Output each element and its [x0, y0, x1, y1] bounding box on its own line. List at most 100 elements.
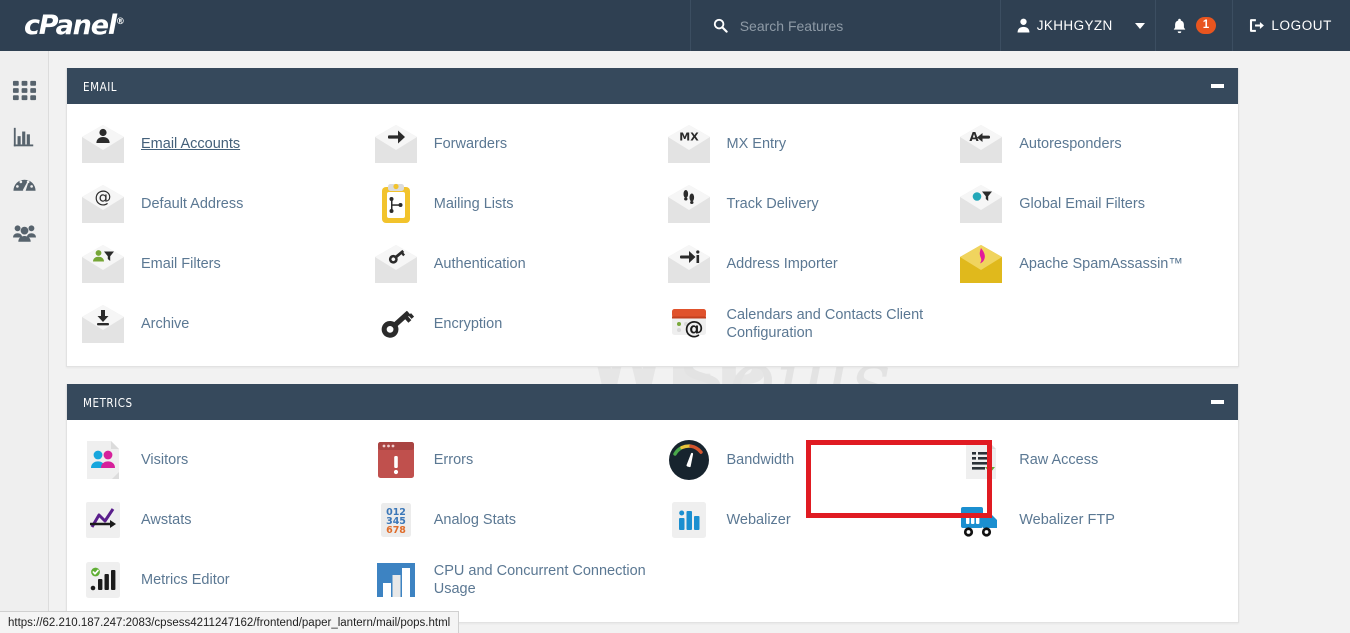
clipboard-list-icon [372, 180, 420, 228]
tile-forwarders[interactable]: Forwarders [360, 114, 653, 174]
tile-label: MX Entry [726, 136, 787, 152]
errors-icon [372, 436, 420, 484]
user-menu[interactable]: JKHHGYZN [999, 0, 1155, 51]
main-content: WEB Souls EMAILEmail AccountsForwardersM… [49, 51, 1350, 633]
tile-label: Analog Stats [433, 512, 516, 528]
notifications-button[interactable]: 1 [1154, 0, 1233, 51]
logout-icon [1249, 18, 1265, 33]
envelope-at-icon: @ [79, 180, 127, 228]
panels-container: EMAIL Email Accounts Forwarders MX MX Entry A… [49, 68, 1350, 623]
tile-cpu-and-concurrent-connection-usage[interactable]: CPU and Concurrent Connection Usage [360, 550, 653, 610]
username-label: JKHHGYZN [1036, 18, 1113, 33]
tile-track-delivery[interactable]: Track Delivery [653, 174, 946, 234]
collapse-minus-icon[interactable] [1211, 400, 1224, 404]
tile-email-accounts[interactable]: Email Accounts [67, 114, 360, 174]
envelope-user-filter-icon [79, 240, 127, 288]
webalizer-ftp-icon [957, 496, 1005, 544]
tile-calendars-and-contacts-client-configuration[interactable]: @ Calendars and Contacts Client Configura… [653, 294, 946, 354]
tile-label: Email Filters [141, 256, 221, 272]
tile-raw-access[interactable]: Raw Access [945, 430, 1238, 490]
tile-label: Apache SpamAssassin™ [1019, 256, 1183, 272]
svg-text:@: @ [684, 317, 703, 339]
tile-errors[interactable]: Errors [360, 430, 653, 490]
cpanel-logo[interactable]: cPanel® [0, 12, 200, 39]
search-icon [713, 18, 728, 33]
tile-webalizer[interactable]: Webalizer [653, 490, 946, 550]
tile-label: Encryption [433, 316, 503, 332]
panel-body: Visitors Errors Bandwidth Raw Access Awstats… [67, 420, 1238, 622]
user-icon [1017, 18, 1030, 33]
tile-webalizer-ftp[interactable]: Webalizer FTP [945, 490, 1238, 550]
tile-mx-entry[interactable]: MX MX Entry [653, 114, 946, 174]
collapse-minus-icon[interactable] [1211, 84, 1224, 88]
tile-label: Calendars and Contacts Client Configurat… [726, 307, 924, 341]
notification-count-badge: 1 [1195, 16, 1217, 35]
cpu-usage-icon [372, 556, 420, 604]
tile-label: Webalizer FTP [1019, 512, 1115, 528]
bell-icon [1172, 18, 1187, 34]
tile-label: CPU and Concurrent Connection Usage [433, 563, 646, 597]
tile-label: Bandwidth [726, 452, 795, 468]
tile-label: Archive [141, 316, 190, 332]
webalizer-icon [665, 496, 713, 544]
tile-encryption[interactable]: Encryption [360, 294, 653, 354]
logo-text: cPanel [24, 10, 117, 41]
panel-header[interactable]: METRICS [67, 384, 1238, 420]
tile-metrics-editor[interactable]: Metrics Editor [67, 550, 360, 610]
search-features-box[interactable] [689, 0, 1000, 51]
tile-label: Global Email Filters [1019, 196, 1145, 212]
tile-label: Forwarders [433, 136, 508, 152]
envelope-reply-icon: A [957, 120, 1005, 168]
panel-title: METRICS [83, 394, 133, 410]
tile-label: Authentication [433, 256, 526, 272]
sidebar-item-home[interactable] [0, 66, 49, 115]
tile-address-importer[interactable]: Address Importer [653, 234, 946, 294]
search-input[interactable] [739, 17, 940, 34]
analog-stats-icon: 012 345 678 [372, 496, 420, 544]
tile-label: Awstats [141, 512, 192, 528]
panel-body: Email Accounts Forwarders MX MX Entry A Autor… [67, 104, 1238, 366]
chevron-down-icon[interactable] [1134, 22, 1145, 29]
tile-label: Default Address [141, 196, 244, 212]
svg-text:MX: MX [679, 131, 699, 144]
tile-visitors[interactable]: Visitors [67, 430, 360, 490]
left-sidebar [0, 51, 49, 633]
top-header: cPanel® JKHHGYZN 1 LOGOUT [0, 0, 1350, 51]
tile-default-address[interactable]: @ Default Address [67, 174, 360, 234]
sidebar-item-user-manager[interactable] [0, 207, 49, 256]
tile-autoresponders[interactable]: A Autoresponders [945, 114, 1238, 174]
panel-email: EMAIL Email Accounts Forwarders MX MX Entry A… [66, 68, 1239, 367]
panel-header[interactable]: EMAIL [67, 68, 1238, 104]
tile-global-email-filters[interactable]: Global Email Filters [945, 174, 1238, 234]
tile-analog-stats[interactable]: 012 345 678 Analog Stats [360, 490, 653, 550]
status-bar-url: https://62.210.187.247:2083/cpsess421124… [8, 616, 451, 629]
tile-label: Track Delivery [726, 196, 819, 212]
bandwidth-gauge-icon [665, 436, 713, 484]
tile-authentication[interactable]: Authentication [360, 234, 653, 294]
tile-label: Email Accounts [141, 136, 241, 152]
tile-apache-spamassassin[interactable]: Apache SpamAssassin™ [945, 234, 1238, 294]
envelope-download-icon [79, 300, 127, 348]
gauge-icon [12, 172, 37, 197]
envelope-user-icon [79, 120, 127, 168]
tile-label: Autoresponders [1019, 136, 1122, 152]
svg-text:@: @ [95, 188, 112, 208]
envelope-filter-icon [957, 180, 1005, 228]
envelope-spam-icon [957, 240, 1005, 288]
tile-email-filters[interactable]: Email Filters [67, 234, 360, 294]
calendar-at-icon: @ [665, 300, 713, 348]
tile-archive[interactable]: Archive [67, 294, 360, 354]
tile-label: Errors [433, 452, 474, 468]
raw-access-icon [957, 436, 1005, 484]
tile-awstats[interactable]: Awstats [67, 490, 360, 550]
tile-label: Webalizer [726, 512, 791, 528]
envelope-mx-icon: MX [665, 120, 713, 168]
envelope-import-icon [665, 240, 713, 288]
logout-button[interactable]: LOGOUT [1232, 0, 1350, 51]
sidebar-item-statistics[interactable] [0, 113, 49, 162]
sidebar-item-dashboard[interactable] [0, 160, 49, 209]
tile-bandwidth[interactable]: Bandwidth [653, 430, 946, 490]
tile-mailing-lists[interactable]: Mailing Lists [360, 174, 653, 234]
users-icon [12, 220, 37, 244]
envelope-key-icon [372, 240, 420, 288]
